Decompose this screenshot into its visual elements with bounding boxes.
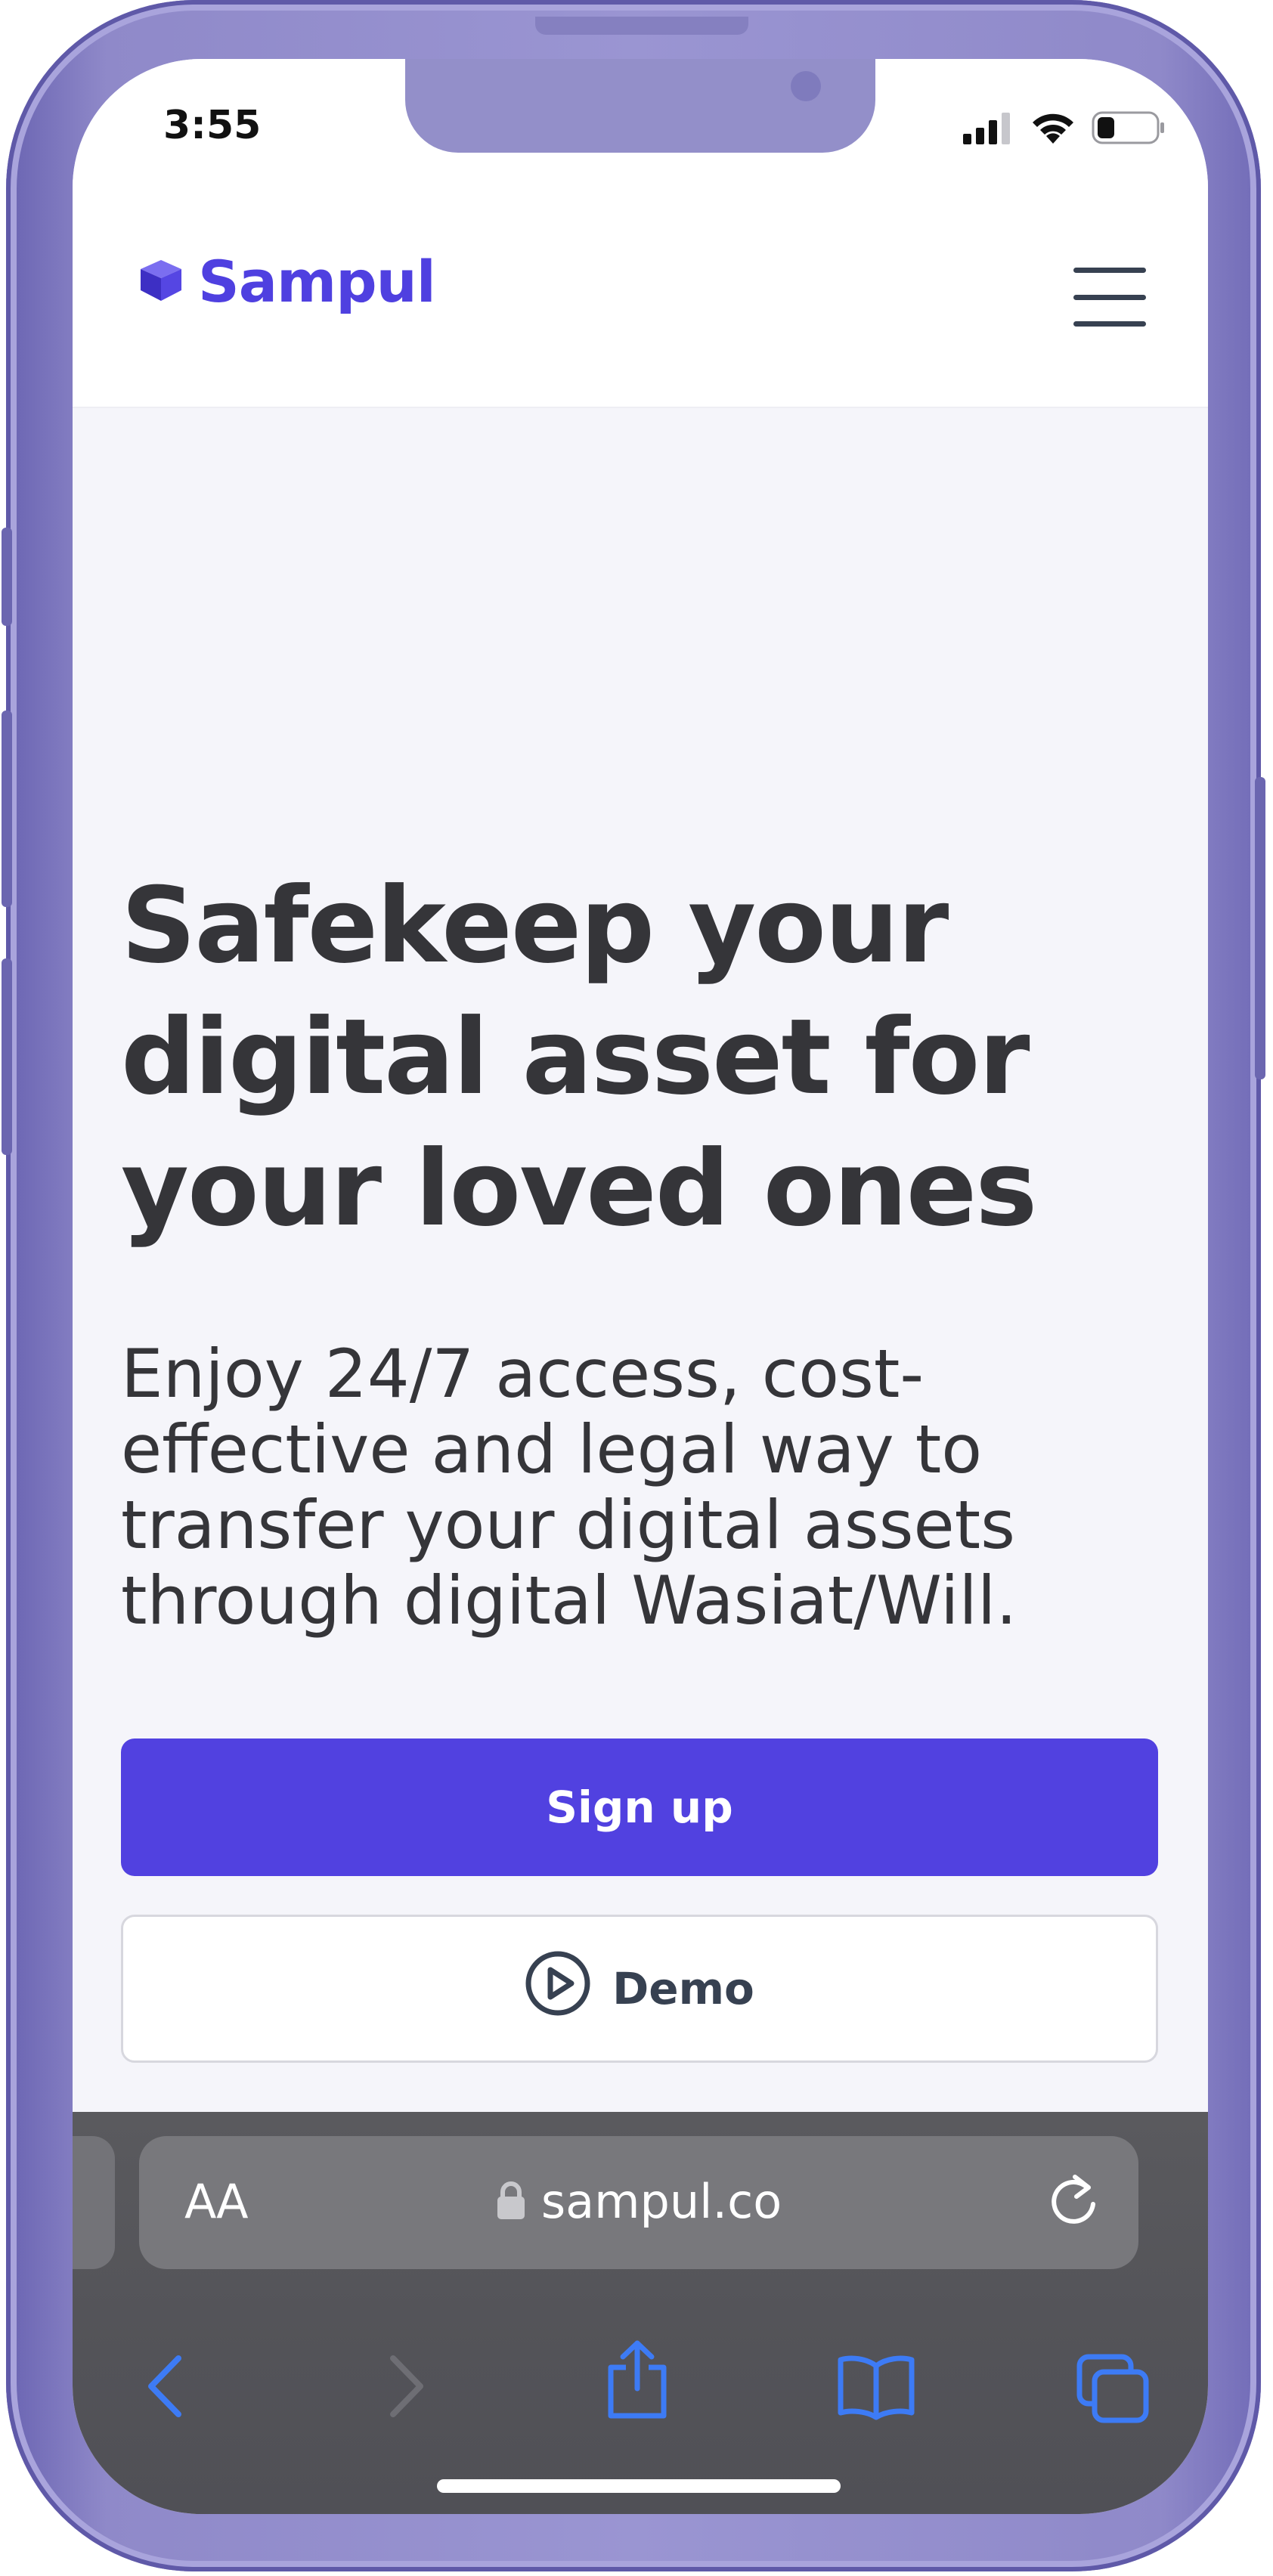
hero-title-line: digital asset for bbox=[121, 996, 1030, 1118]
hero-subtitle: Enjoy 24/7 access, cost- effective and l… bbox=[121, 1336, 1134, 1639]
phone-frame: 3:55 Sampul Safekeep your digital asset … bbox=[2, 0, 1265, 2571]
demo-button-label: Demo bbox=[612, 1963, 754, 2014]
cube-logo-icon bbox=[138, 257, 184, 307]
bookmarks-icon[interactable] bbox=[836, 2352, 916, 2423]
brand-name: Sampul bbox=[198, 248, 436, 315]
lock-icon bbox=[496, 2180, 526, 2224]
hero-subtitle-line: effective and legal way to bbox=[121, 1410, 983, 1488]
previous-tab-preview[interactable] bbox=[73, 2136, 115, 2269]
hero-title: Safekeep your digital asset for your lov… bbox=[121, 860, 1141, 1255]
tabs-icon[interactable] bbox=[1075, 2352, 1151, 2428]
sign-up-button[interactable]: Sign up bbox=[121, 1738, 1158, 1876]
brand-logo[interactable]: Sampul bbox=[138, 248, 436, 315]
side-button-volume-up bbox=[2, 711, 12, 907]
phone-screen: 3:55 Sampul Safekeep your digital asset … bbox=[73, 59, 1208, 2514]
wifi-icon bbox=[1030, 110, 1076, 148]
hamburger-menu-icon[interactable] bbox=[1073, 268, 1146, 327]
site-header: Sampul bbox=[73, 195, 1208, 408]
home-indicator[interactable] bbox=[437, 2479, 841, 2493]
address-bar[interactable]: AA sampul.co bbox=[139, 2136, 1138, 2269]
demo-button[interactable]: Demo bbox=[121, 1915, 1158, 2063]
front-camera bbox=[791, 71, 821, 101]
hero-title-line: your loved ones bbox=[121, 1128, 1037, 1249]
speaker-grille bbox=[535, 17, 748, 35]
cellular-signal-icon bbox=[962, 111, 1014, 147]
hero-subtitle-line: through digital Wasiat/Will. bbox=[121, 1562, 1017, 1639]
browser-nav-row bbox=[73, 2340, 1208, 2435]
side-button-volume-down bbox=[2, 958, 12, 1155]
url-text: sampul.co bbox=[540, 2174, 782, 2229]
notch bbox=[405, 59, 875, 153]
status-icons bbox=[962, 110, 1166, 148]
side-button-silent bbox=[2, 528, 12, 626]
side-button-power bbox=[1255, 777, 1265, 1079]
battery-icon bbox=[1092, 110, 1166, 148]
status-time: 3:55 bbox=[163, 103, 262, 148]
hero-subtitle-line: Enjoy 24/7 access, cost- bbox=[121, 1335, 925, 1413]
url-display[interactable]: sampul.co bbox=[139, 2174, 1138, 2229]
hero-subtitle-line: transfer your digital assets bbox=[121, 1486, 1015, 1564]
browser-toolbar: AA sampul.co bbox=[73, 2112, 1208, 2514]
play-circle-icon bbox=[525, 1950, 591, 2027]
hero-title-line: Safekeep your bbox=[121, 865, 949, 986]
share-icon[interactable] bbox=[603, 2337, 671, 2423]
reload-icon[interactable] bbox=[1048, 2171, 1101, 2231]
forward-icon[interactable] bbox=[384, 2352, 429, 2423]
back-icon[interactable] bbox=[142, 2352, 187, 2423]
